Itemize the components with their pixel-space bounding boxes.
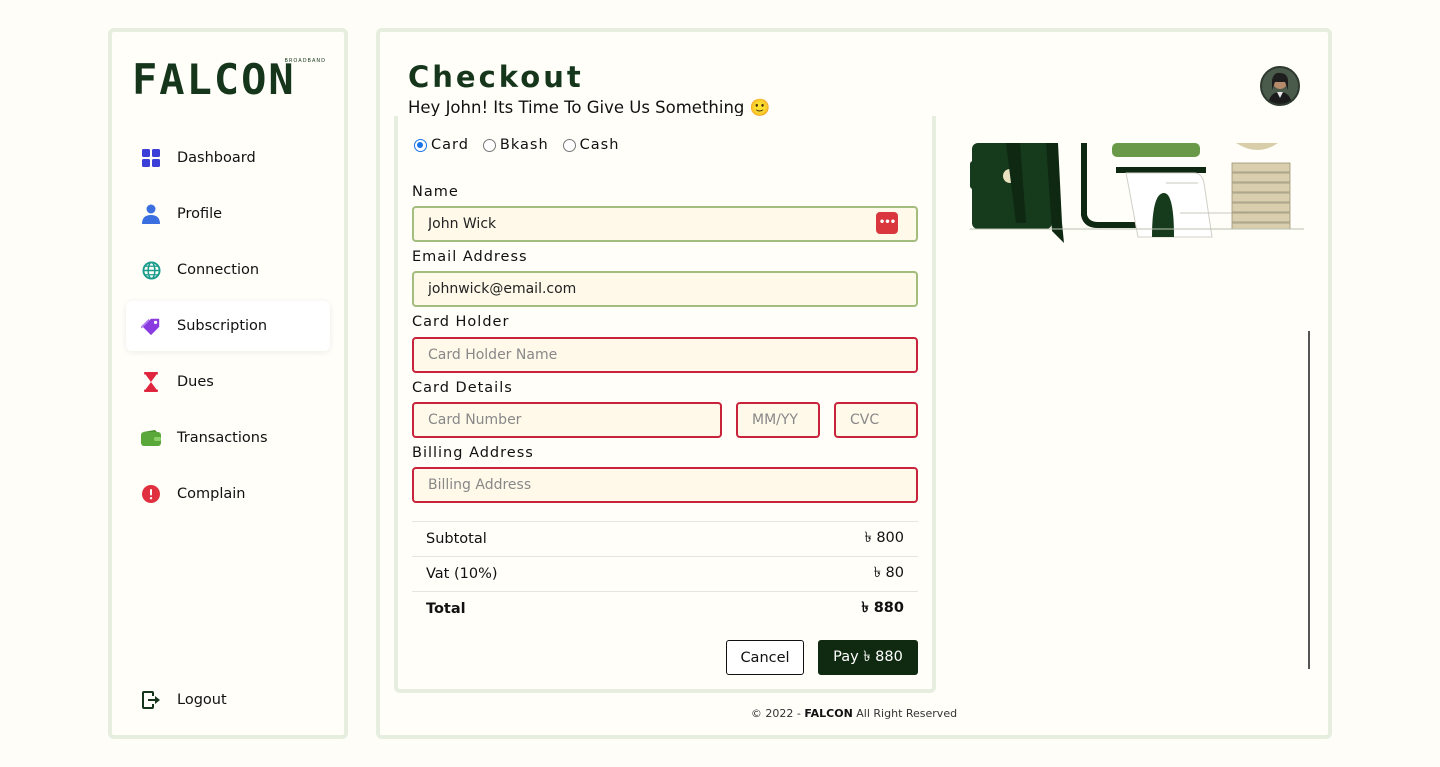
payment-method-bkash[interactable]: Bkash [482,137,549,153]
page-subtitle: Hey John! Its Time To Give Us Something … [408,98,771,117]
sidebar-item-profile[interactable]: Profile [126,189,330,239]
footer: © 2022 - FALCON All Right Reserved [376,707,1332,720]
radio-empty-icon [482,138,496,152]
checkout-form-card: Card Bkash Cash Name ••• Email Address C… [394,116,936,693]
email-label: Email Address [412,249,528,265]
sidebar-item-label: Transactions [177,430,268,446]
footer-prefix: © 2022 - [750,707,805,720]
card-number-field[interactable] [412,402,722,438]
logout-icon [141,690,161,710]
total-row: Total ৳ 880 [412,591,918,626]
card-holder-label: Card Holder [412,314,510,330]
sidebar-item-label: Dashboard [177,150,256,166]
email-field[interactable] [412,271,918,307]
subtotal-row: Subtotal ৳ 800 [412,521,918,556]
globe-icon [141,260,161,280]
logout-label: Logout [177,692,227,708]
payment-method-cash[interactable]: Cash [562,137,620,153]
radio-empty-icon [562,138,576,152]
cancel-button[interactable]: Cancel [726,640,804,675]
radio-selected-icon [414,138,427,152]
sidebar-item-dashboard[interactable]: Dashboard [126,133,330,183]
person-icon [141,204,161,224]
sidebar-item-label: Profile [177,206,223,222]
sidebar-item-label: Connection [177,262,260,278]
password-manager-icon[interactable]: ••• [876,212,898,234]
tag-icon [141,316,161,336]
payment-method-label: Cash [579,137,620,153]
payment-method-card[interactable]: Card [414,137,469,153]
sidebar-item-dues[interactable]: Dues [126,357,330,407]
vat-value: ৳ 80 [873,565,904,581]
card-holder-field[interactable] [412,337,918,373]
sidebar-item-label: Complain [177,486,246,502]
subtotal-label: Subtotal [426,531,487,547]
sidebar-item-label: Subscription [177,318,268,334]
sidebar-item-subscription[interactable]: Subscription [126,301,330,351]
sidebar-item-complain[interactable]: Complain [126,469,330,519]
page-title: Checkout [408,60,584,94]
footer-suffix: All Right Reserved [852,707,958,720]
order-summary: Subtotal ৳ 800 Vat (10%) ৳ 80 Total ৳ 88… [412,521,918,626]
card-expiry-field[interactable] [736,402,820,438]
dashboard-grid-icon [141,148,161,168]
billing-address-field[interactable] [412,467,918,503]
logout-button[interactable]: Logout [126,675,330,725]
card-details-label: Card Details [412,380,513,396]
card-cvc-field[interactable] [834,402,918,438]
sidebar-item-label: Dues [177,374,214,390]
logo-text: FALCON [132,55,296,104]
payment-illustration [966,143,1306,243]
sidebar-item-transactions[interactable]: Transactions [126,413,330,463]
pay-button[interactable]: Pay ৳ 880 [818,640,918,675]
payment-method-group: Card Bkash Cash [414,137,633,153]
sidebar: FALCON BROADBAND Dashboard Profile Conne… [108,28,348,739]
avatar[interactable] [1260,66,1300,106]
falcon-logo[interactable]: FALCON BROADBAND [132,46,328,106]
hourglass-icon [141,372,161,392]
logo-subtext: BROADBAND [284,58,326,64]
wallet-icon [141,428,161,448]
footer-brand: FALCON [804,707,853,720]
billing-address-label: Billing Address [412,445,534,461]
payment-method-label: Bkash [499,137,549,153]
subtotal-value: ৳ 800 [864,530,904,546]
vat-row: Vat (10%) ৳ 80 [412,556,918,591]
total-value: ৳ 880 [861,600,904,616]
scrollbar[interactable] [1308,331,1310,669]
name-field[interactable] [412,206,918,242]
alert-circle-icon [141,484,161,504]
payment-method-label: Card [431,137,469,153]
name-label: Name [412,184,459,200]
vat-label: Vat (10%) [426,566,498,582]
sidebar-item-connection[interactable]: Connection [126,245,330,295]
total-label: Total [426,601,466,617]
